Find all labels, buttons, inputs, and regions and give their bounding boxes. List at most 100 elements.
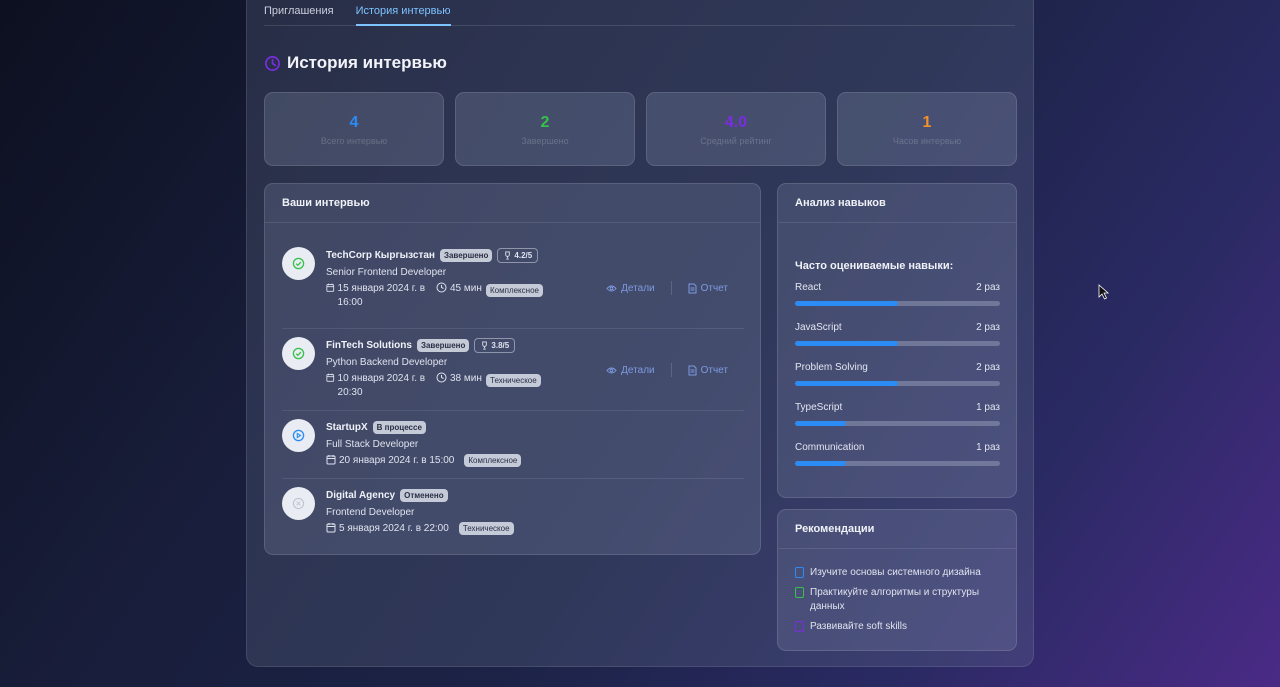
skill-count: 2 раз <box>976 282 1000 293</box>
cancel-circle-icon <box>292 497 305 510</box>
calendar-icon <box>326 373 335 382</box>
skill-name: TypeScript <box>795 402 843 413</box>
status-avatar <box>282 487 315 520</box>
stat-rating-card: 4.0 Средний рейтинг <box>646 92 826 166</box>
skill-item: Problem Solving 2 раз <box>795 362 1000 386</box>
row-actions: Детали Отчет <box>606 281 728 295</box>
recommendation-text: Развивайте soft skills <box>810 621 907 632</box>
calendar-icon <box>326 283 335 292</box>
panel-title: Ваши интервью <box>265 184 760 223</box>
interview-date: 5 января 2024 г. в 22:00 <box>326 522 449 536</box>
skill-item: JavaScript 2 раз <box>795 322 1000 346</box>
date-text: 15 января 2024 г. в 16:00 <box>337 283 426 308</box>
check-circle-icon <box>292 347 305 360</box>
interview-body: TechCorp Кыргызстан Завершено 4.2/5 Seni… <box>326 247 543 310</box>
stat-label: Часов интервью <box>892 136 962 146</box>
recommendation-item: Практикуйте алгоритмы и структуры данных <box>795 586 1000 614</box>
position-title: Frontend Developer <box>326 507 415 518</box>
skill-bar-fill <box>795 421 847 426</box>
position-title: Python Backend Developer <box>326 357 448 368</box>
skill-count: 2 раз <box>976 322 1000 333</box>
company-name: Digital Agency <box>326 490 396 501</box>
company-name: StartupX <box>326 422 368 433</box>
interview-body: FinTech Solutions Завершено 3.8/5 Python… <box>326 337 541 400</box>
interview-item: TechCorp Кыргызстан Завершено 4.2/5 Seni… <box>282 247 744 329</box>
skill-bar-fill <box>795 381 898 386</box>
skills-panel: Анализ навыков Часто оцениваемые навыки:… <box>777 183 1017 498</box>
main-container: Приглашения История интервью История инт… <box>246 0 1034 667</box>
details-button[interactable]: Детали <box>606 282 655 294</box>
calendar-icon <box>326 455 336 465</box>
skill-bar <box>795 381 1000 386</box>
details-label: Детали <box>621 282 655 294</box>
interview-date: 10 января 2024 г. в 20:30 <box>326 372 436 400</box>
panel-title: Анализ навыков <box>778 184 1016 223</box>
history-icon <box>265 55 280 71</box>
stat-value: 2 <box>540 114 550 131</box>
play-circle-icon <box>292 429 305 442</box>
skill-bar <box>795 341 1000 346</box>
check-circle-icon <box>292 257 305 270</box>
page-header: История интервью <box>264 53 447 73</box>
date-text: 5 января 2024 г. в 22:00 <box>339 523 449 534</box>
clock-icon <box>436 372 447 383</box>
interview-date: 15 января 2024 г. в 16:00 <box>326 282 436 310</box>
stat-label: Всего интервью <box>320 136 388 146</box>
recommendations-list: Изучите основы системного дизайна Практи… <box>795 566 1000 640</box>
status-badge: Завершено <box>416 339 470 352</box>
stat-label: Средний рейтинг <box>700 136 772 146</box>
trophy-icon <box>505 251 511 260</box>
report-button[interactable]: Отчет <box>688 365 728 376</box>
tab-invitations[interactable]: Приглашения <box>264 1 334 26</box>
type-badge: Техническое <box>458 522 514 535</box>
status-avatar <box>282 419 315 452</box>
tab-interview-history[interactable]: История интервью <box>355 1 451 26</box>
recommendations-panel: Рекомендации Изучите основы системного д… <box>777 509 1017 651</box>
divider <box>670 363 672 377</box>
tab-bar: Приглашения История интервью <box>264 1 1015 26</box>
position-title: Senior Frontend Developer <box>326 267 447 278</box>
skill-name: Communication <box>795 442 865 453</box>
eye-icon <box>606 367 617 373</box>
type-badge: Комплексное <box>464 454 522 467</box>
skill-bar <box>795 301 1000 306</box>
status-avatar <box>282 337 315 370</box>
skill-count: 2 раз <box>976 362 1000 373</box>
skill-bar <box>795 421 1000 426</box>
eye-icon <box>606 285 617 291</box>
type-badge: Комплексное <box>486 284 543 297</box>
code-icon <box>795 587 804 598</box>
interview-duration: 45 мин <box>436 282 486 296</box>
recommendation-text: Практикуйте алгоритмы и структуры данных <box>810 587 980 612</box>
rating-badge: 3.8/5 <box>474 338 516 353</box>
skill-bar-fill <box>795 341 898 346</box>
mouse-cursor-icon <box>1098 284 1110 300</box>
calendar-icon <box>326 523 336 533</box>
skill-bar <box>795 461 1000 466</box>
status-badge: Завершено <box>439 249 493 262</box>
skill-count: 1 раз <box>976 442 1000 453</box>
interviews-panel: Ваши интервью TechCorp Кыргызстан Заверш… <box>264 183 761 555</box>
skill-name: JavaScript <box>795 322 842 333</box>
recommendation-item: Изучите основы системного дизайна <box>795 566 1000 580</box>
details-button[interactable]: Детали <box>606 364 655 376</box>
interview-item: FinTech Solutions Завершено 3.8/5 Python… <box>282 329 744 411</box>
interview-date: 20 января 2024 г. в 15:00 <box>326 454 454 468</box>
report-label: Отчет <box>700 364 728 376</box>
stat-hours-card: 1 Часов интервью <box>837 92 1017 166</box>
skills-subtitle: Часто оцениваемые навыки: <box>795 260 954 272</box>
recommendation-item: Развивайте soft skills <box>795 620 1000 634</box>
skill-count: 1 раз <box>976 402 1000 413</box>
report-label: Отчет <box>700 282 728 294</box>
rating-value: 3.8/5 <box>491 341 510 350</box>
interview-duration: 38 мин <box>436 372 486 386</box>
skill-bar-fill <box>795 461 847 466</box>
page-title: История интервью <box>287 53 447 72</box>
document-icon <box>688 283 697 293</box>
interview-item: StartupX В процессе Full Stack Developer… <box>282 411 744 479</box>
details-label: Детали <box>621 364 655 376</box>
interview-body: Digital Agency Отменено Frontend Develop… <box>326 487 514 536</box>
stat-value: 1 <box>922 114 932 131</box>
stat-value: 4 <box>349 114 359 131</box>
report-button[interactable]: Отчет <box>688 283 728 294</box>
